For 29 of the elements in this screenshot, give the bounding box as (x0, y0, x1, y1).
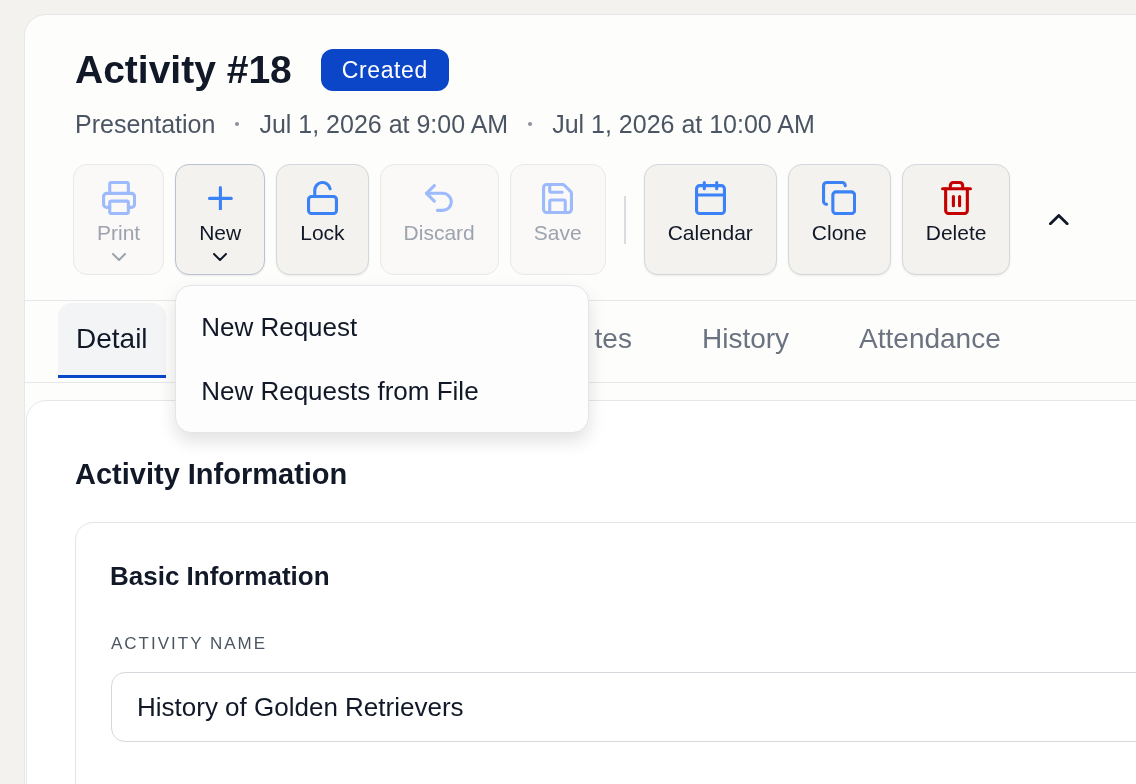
toolbar-button[interactable]: Lock (276, 164, 369, 275)
toolbar-button[interactable]: Delete (901, 164, 1011, 275)
card-title: Basic Information (110, 561, 330, 591)
chevron-down-icon (111, 253, 126, 261)
chevron-up-icon (1049, 213, 1070, 226)
plus-icon (207, 185, 233, 211)
toolbar-button[interactable]: Clone (787, 164, 891, 275)
trash-icon (940, 180, 972, 216)
tab[interactable]: Detail (58, 303, 166, 378)
tab[interactable]: History (683, 303, 808, 378)
undo-arrow-icon (425, 184, 454, 212)
status-badge: Created (320, 49, 449, 91)
dot-separator-icon (235, 122, 240, 126)
chevron-down-icon (213, 253, 228, 261)
meta-text: Jul 1, 2026 at 9:00 AM (259, 110, 509, 138)
meta-text: Presentation (75, 110, 216, 138)
page-title: Activity #18 (75, 48, 292, 92)
dot-separator-icon (528, 122, 533, 126)
tab[interactable]: Attendance (841, 303, 1019, 378)
printer-icon (101, 180, 136, 216)
text-input[interactable]: History of Golden Retrievers (111, 672, 1136, 742)
calendar-icon (694, 180, 726, 216)
padlock-icon (306, 180, 338, 216)
meta-text: Jul 1, 2026 at 10:00 AM (552, 110, 815, 138)
section-title: Activity Information (75, 457, 348, 492)
field-label: ACTIVITY NAME (111, 634, 268, 654)
toolbar-button[interactable]: Calendar (643, 164, 777, 275)
copy-icon (822, 180, 857, 216)
toolbar-button[interactable]: New (175, 164, 266, 275)
